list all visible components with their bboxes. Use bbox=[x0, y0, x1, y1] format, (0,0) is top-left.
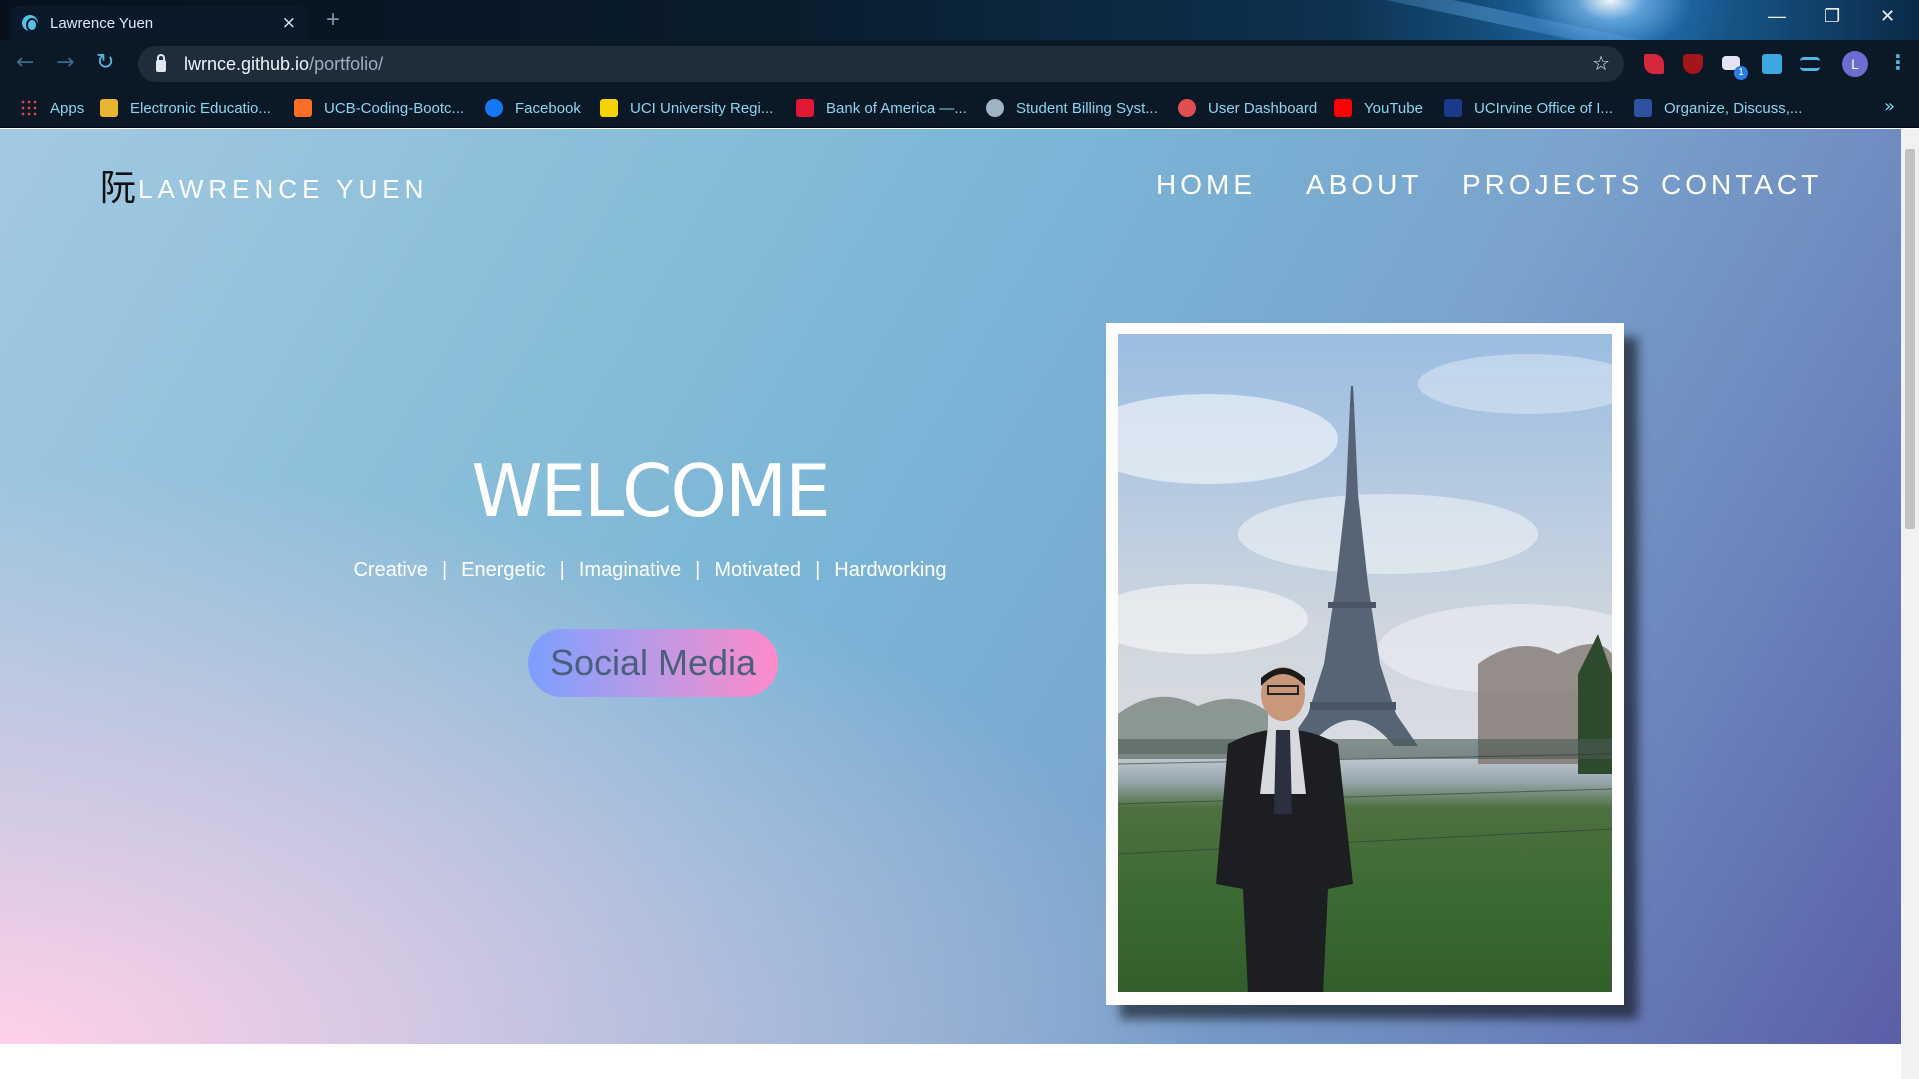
bookmark-label: Organize, Discuss,... bbox=[1664, 99, 1803, 117]
hero-section: 阮 LAWRENCE YUEN HOME ABOUT PROJECTS CONT… bbox=[0, 129, 1901, 1044]
bookmark-item[interactable]: Student Billing Syst... bbox=[986, 88, 1158, 128]
next-section-edge bbox=[0, 1044, 1901, 1079]
trait-separator: | bbox=[441, 559, 448, 581]
mal-icon bbox=[1634, 99, 1652, 117]
bookmark-label: Facebook bbox=[515, 99, 581, 117]
nav-contact-link[interactable]: CONTACT bbox=[1661, 169, 1822, 201]
bookmark-item[interactable]: UCI University Regi... bbox=[600, 88, 773, 128]
lock-icon bbox=[156, 53, 166, 72]
facebook-icon bbox=[485, 99, 503, 117]
address-bar[interactable]: lwrnce.github.io/portfolio/ ☆ bbox=[138, 46, 1624, 82]
bookmarks-bar: Apps Electronic Educatio... UCB-Coding-Boo… bbox=[0, 88, 1919, 128]
scrollbar-thumb[interactable] bbox=[1905, 149, 1915, 529]
new-tab-button[interactable]: + bbox=[326, 6, 340, 34]
trait-separator: | bbox=[559, 559, 565, 581]
webpage-viewport: 阮 LAWRENCE YUEN HOME ABOUT PROJECTS CONT… bbox=[0, 129, 1901, 1079]
ublock-icon[interactable] bbox=[1683, 54, 1703, 74]
profile-avatar[interactable]: L bbox=[1842, 51, 1868, 77]
bookmark-item[interactable]: Organize, Discuss,... bbox=[1634, 88, 1802, 128]
bookmark-label: UCI University Regi... bbox=[630, 99, 774, 117]
vertical-scrollbar[interactable] bbox=[1901, 129, 1919, 1079]
trait-text: Energetic bbox=[461, 559, 546, 581]
bookmark-label: User Dashboard bbox=[1208, 99, 1318, 117]
nav-about-link[interactable]: ABOUT bbox=[1306, 169, 1422, 201]
brand-logo-character: 阮 bbox=[100, 168, 137, 209]
browser-titlebar: Lawrence Yuen × + — ❐ ✕ bbox=[0, 0, 1919, 40]
trait-text: Creative bbox=[353, 559, 428, 581]
extension-badge: 1 bbox=[1734, 66, 1748, 80]
apps-grid-icon bbox=[20, 99, 38, 117]
trait-text: Motivated bbox=[714, 559, 802, 581]
bookmarks-overflow-chevron-icon[interactable]: » bbox=[1884, 96, 1895, 117]
bookmark-star-icon[interactable]: ☆ bbox=[1592, 51, 1610, 75]
trait-separator: | bbox=[815, 559, 821, 581]
nav-projects-link[interactable]: PROJECTS bbox=[1462, 169, 1643, 201]
close-window-button[interactable]: ✕ bbox=[1880, 6, 1895, 27]
bookmark-item[interactable]: Electronic Educatio... bbox=[100, 88, 271, 128]
site-brand[interactable]: 阮 LAWRENCE YUEN bbox=[100, 169, 428, 209]
tab-title: Lawrence Yuen bbox=[50, 14, 154, 32]
bofa-icon bbox=[796, 99, 814, 117]
reload-icon[interactable]: ↻ bbox=[96, 50, 114, 75]
folder-icon bbox=[100, 99, 118, 117]
minimize-button[interactable]: — bbox=[1768, 6, 1786, 27]
trait-separator: | bbox=[695, 559, 701, 581]
dashboard-icon bbox=[1178, 99, 1196, 117]
uci-icon bbox=[1444, 99, 1462, 117]
profile-photo-frame bbox=[1106, 323, 1624, 1005]
welcome-heading: WELCOME bbox=[471, 449, 830, 533]
trait-text: Imaginative bbox=[578, 559, 682, 581]
nav-home-link[interactable]: HOME bbox=[1156, 169, 1256, 201]
back-arrow-icon[interactable]: ← bbox=[16, 50, 34, 75]
gitlab-icon bbox=[294, 99, 312, 117]
traits-line: Creative | Energetic | Imaginative | Motivated… bbox=[300, 559, 1000, 582]
puzzle-extensions-icon[interactable] bbox=[1762, 54, 1782, 74]
bookmark-item[interactable]: Apps bbox=[20, 88, 84, 128]
bookmark-item[interactable]: UCB-Coding-Bootc... bbox=[294, 88, 464, 128]
social-media-button[interactable]: Social Media bbox=[528, 629, 778, 697]
globe-icon bbox=[22, 15, 38, 32]
bookmark-label: UCB-Coding-Bootc... bbox=[324, 99, 465, 117]
bookmark-label: Bank of America —... bbox=[826, 99, 967, 117]
tab-close-button[interactable]: × bbox=[282, 13, 296, 33]
globe-icon bbox=[986, 99, 1004, 117]
bookmark-label: Apps bbox=[50, 99, 85, 117]
browser-tab[interactable]: Lawrence Yuen × bbox=[10, 6, 308, 40]
menu-kebab-icon[interactable]: ⋮ bbox=[1888, 50, 1908, 74]
bookmark-item[interactable]: Bank of America —... bbox=[796, 88, 967, 128]
eiffel-tower-portrait-photo bbox=[1118, 334, 1612, 992]
browser-toolbar: ← → ↻ lwrnce.github.io/portfolio/ ☆ 1 L … bbox=[0, 40, 1919, 88]
brand-name: LAWRENCE YUEN bbox=[138, 174, 429, 204]
forward-arrow-icon[interactable]: → bbox=[56, 50, 74, 75]
bookmark-label: UCIrvine Office of I... bbox=[1474, 99, 1613, 117]
bookmark-item[interactable]: UCIrvine Office of I... bbox=[1444, 88, 1613, 128]
bookmark-item[interactable]: YouTube bbox=[1334, 88, 1423, 128]
trait-text: Hardworking bbox=[834, 559, 947, 581]
extension-red-icon[interactable] bbox=[1644, 54, 1664, 74]
reg-icon bbox=[600, 99, 618, 117]
restore-button[interactable]: ❐ bbox=[1824, 6, 1840, 27]
bookmark-item[interactable]: User Dashboard bbox=[1178, 88, 1317, 128]
titlebar-glow bbox=[1480, 0, 1740, 40]
url-host: lwrnce.github.io bbox=[184, 53, 310, 74]
bookmark-label: YouTube bbox=[1364, 99, 1423, 117]
bookmark-label: Electronic Educatio... bbox=[130, 99, 271, 117]
bookmark-label: Student Billing Syst... bbox=[1016, 99, 1158, 117]
bookmark-item[interactable]: Facebook bbox=[485, 88, 581, 128]
youtube-icon bbox=[1334, 99, 1352, 117]
url-path: /portfolio/ bbox=[309, 53, 384, 74]
reading-list-icon[interactable] bbox=[1800, 57, 1820, 71]
person-figure bbox=[1216, 667, 1353, 992]
